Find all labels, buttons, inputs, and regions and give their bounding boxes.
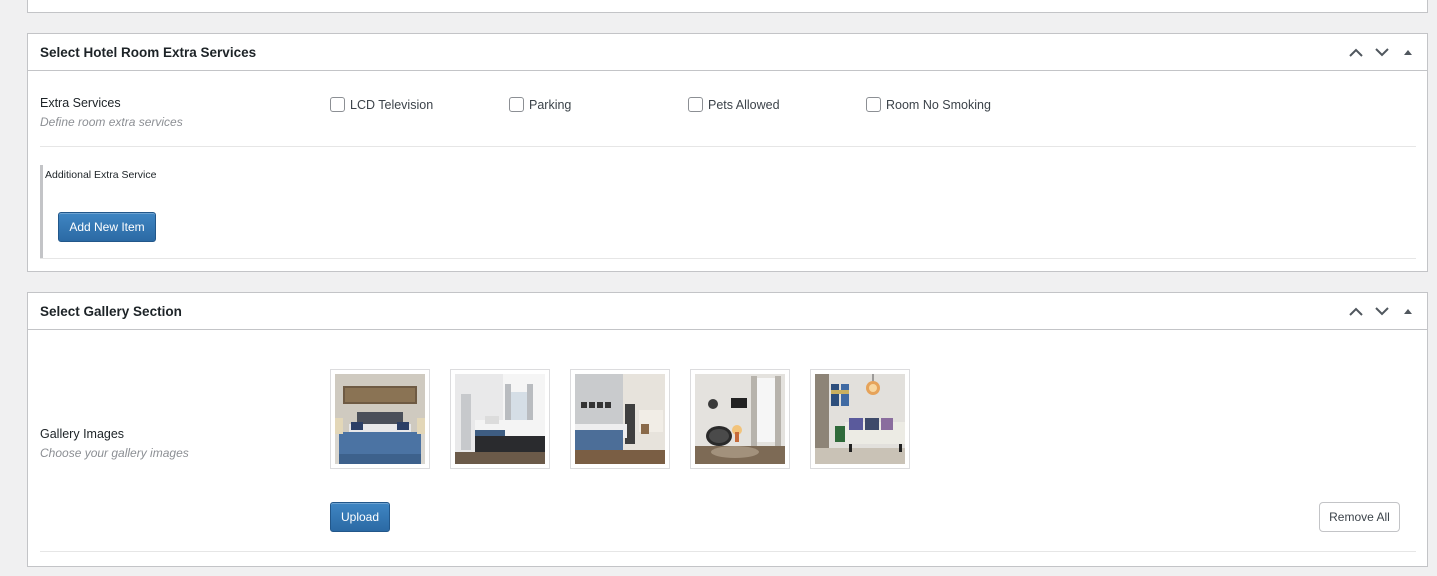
checkbox-parking[interactable] — [509, 97, 524, 112]
gallery-thumbnail[interactable] — [450, 369, 550, 469]
gallery-images-label: Gallery Images Choose your gallery image… — [40, 427, 189, 460]
gallery-thumbnail[interactable] — [810, 369, 910, 469]
divider — [40, 258, 1416, 259]
upload-button[interactable]: Upload — [330, 502, 390, 532]
option-lcd-television[interactable]: LCD Television — [330, 97, 433, 112]
room-photo — [455, 374, 545, 464]
previous-postbox — [27, 0, 1428, 13]
extra-services-header: Select Hotel Room Extra Services — [28, 34, 1427, 71]
extra-services-postbox: Select Hotel Room Extra Services Extra S… — [27, 33, 1428, 272]
extra-services-title: Select Hotel Room Extra Services — [40, 45, 257, 60]
gallery-field-desc: Choose your gallery images — [40, 446, 189, 460]
gallery-title: Select Gallery Section — [40, 304, 182, 319]
option-label: Parking — [529, 97, 572, 112]
room-photo — [815, 374, 905, 464]
gallery-postbox: Select Gallery Section Gallery Images Ch… — [27, 292, 1428, 567]
room-photo — [695, 374, 785, 464]
chevron-up-icon[interactable] — [1347, 43, 1365, 61]
caret-up-icon[interactable] — [1399, 302, 1417, 320]
gallery-thumbnails — [330, 369, 910, 469]
chevron-up-icon[interactable] — [1347, 302, 1365, 320]
checkbox-pets-allowed[interactable] — [688, 97, 703, 112]
divider — [40, 146, 1416, 147]
caret-up-icon[interactable] — [1399, 43, 1417, 61]
chevron-down-icon[interactable] — [1373, 302, 1391, 320]
option-label: Room No Smoking — [886, 97, 991, 112]
gallery-header: Select Gallery Section — [28, 293, 1427, 330]
gallery-field-title: Gallery Images — [40, 427, 125, 441]
divider — [40, 551, 1416, 552]
option-label: LCD Television — [350, 97, 434, 112]
extra-services-controls — [1347, 43, 1417, 61]
checkbox-room-no-smoking[interactable] — [866, 97, 881, 112]
repeater-title: Additional Extra Service — [45, 169, 157, 181]
gallery-thumbnail[interactable] — [330, 369, 430, 469]
checkbox-lcd-television[interactable] — [330, 97, 345, 112]
extra-services-label: Extra Services Define room extra service… — [40, 96, 183, 129]
option-pets-allowed[interactable]: Pets Allowed — [688, 97, 780, 112]
chevron-down-icon[interactable] — [1373, 43, 1391, 61]
room-photo — [575, 374, 665, 464]
additional-extra-service-repeater: Additional Extra Service Add New Item — [40, 165, 1416, 259]
gallery-controls — [1347, 302, 1417, 320]
option-room-no-smoking[interactable]: Room No Smoking — [866, 97, 991, 112]
room-photo — [335, 374, 425, 464]
remove-all-button[interactable]: Remove All — [1319, 502, 1400, 532]
extra-services-field-desc: Define room extra services — [40, 115, 183, 129]
gallery-thumbnail[interactable] — [690, 369, 790, 469]
extra-services-field-title: Extra Services — [40, 96, 121, 110]
gallery-thumbnail[interactable] — [570, 369, 670, 469]
option-label: Pets Allowed — [708, 97, 780, 112]
option-parking[interactable]: Parking — [509, 97, 571, 112]
add-new-item-button[interactable]: Add New Item — [58, 212, 156, 242]
